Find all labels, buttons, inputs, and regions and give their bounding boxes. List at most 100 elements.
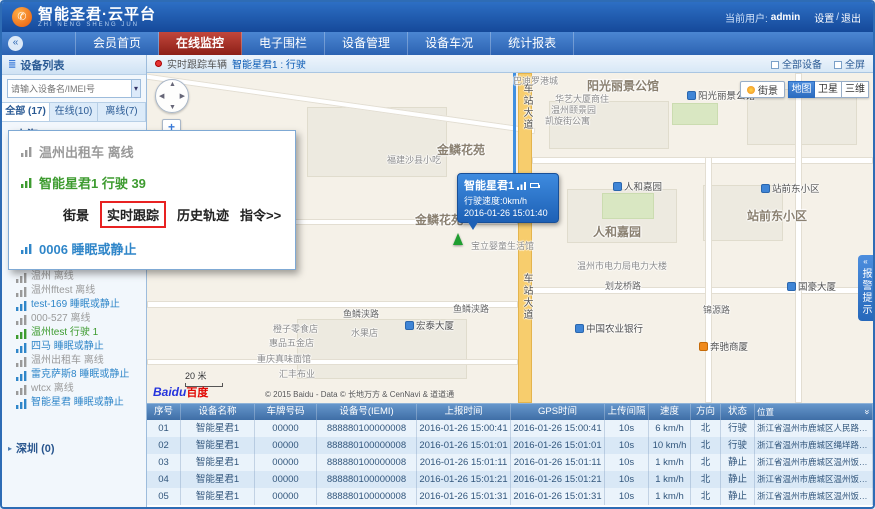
column-header[interactable]: 设备号(IEMI) bbox=[317, 404, 417, 420]
vehicle-info-popup[interactable]: 智能星君1 行驶速度:0km/h 2016-01-26 15:01:40 bbox=[457, 173, 559, 223]
device-list-item[interactable]: wtcx 离线 bbox=[2, 382, 146, 396]
map-label: 金鳞花苑 bbox=[437, 141, 485, 158]
table-row[interactable]: 01智能星君1000008888801000000082016-01-26 15… bbox=[147, 420, 873, 437]
link-separator: / bbox=[836, 12, 839, 23]
map-label: 鱼鳞浃路 bbox=[453, 302, 489, 315]
map-type-卫星[interactable]: 卫星 bbox=[815, 81, 842, 98]
table-cell: 02 bbox=[147, 437, 181, 454]
pan-up-icon[interactable]: ▲ bbox=[169, 81, 176, 88]
map-label: 汇丰布业 bbox=[279, 367, 315, 380]
nav-tab-3[interactable]: 电子围栏 bbox=[242, 32, 325, 55]
vehicle-popup-time: 2016-01-26 15:01:40 bbox=[464, 208, 552, 218]
popup-device-row[interactable]: 温州出租车 离线 bbox=[9, 136, 295, 167]
table-row[interactable]: 02智能星君1000008888801000000082016-01-26 15… bbox=[147, 437, 873, 454]
nav-tabs: 会员首页在线监控电子围栏设备管理设备车况统计报表 bbox=[75, 32, 574, 55]
fullscreen-toggle[interactable]: 全屏 bbox=[834, 56, 865, 71]
device-list-item[interactable]: 温州test 行驶 1 bbox=[2, 326, 146, 340]
device-list-item[interactable]: 温州 离线 bbox=[2, 270, 146, 284]
table-collapse-icon[interactable]: » bbox=[859, 409, 873, 414]
map-label: 站前东小区 bbox=[761, 181, 820, 195]
table-row[interactable]: 03智能星君1000008888801000000082016-01-26 15… bbox=[147, 454, 873, 471]
table-cell: 00000 bbox=[255, 454, 317, 471]
current-user-name: admin bbox=[771, 12, 800, 23]
alarm-tab-label: 报警提示 bbox=[858, 268, 873, 316]
column-header[interactable]: 上传间隔 bbox=[605, 404, 649, 420]
map-label: 鱼鳞浃路 bbox=[343, 307, 379, 320]
nav-tab-5[interactable]: 设备车况 bbox=[408, 32, 491, 55]
pan-down-icon[interactable]: ▼ bbox=[169, 104, 176, 111]
alarm-tab[interactable]: « 报警提示 bbox=[858, 255, 873, 321]
settings-link[interactable]: 设置 bbox=[814, 10, 834, 25]
street-view-button[interactable]: 街景 bbox=[740, 81, 785, 98]
tracking-vehicle-status: 智能星君1 : 行驶 bbox=[232, 56, 306, 71]
column-header[interactable]: 速度 bbox=[649, 404, 691, 420]
popup-device-row[interactable]: 智能星君1 行驶 39 bbox=[9, 167, 295, 198]
map-label: 橙子零食店 bbox=[273, 322, 318, 335]
device-search-input[interactable] bbox=[7, 79, 132, 98]
nav-tab-4[interactable]: 设备管理 bbox=[325, 32, 408, 55]
popup-action-link[interactable]: 街景 bbox=[63, 205, 89, 224]
table-cell: 05 bbox=[147, 488, 181, 505]
table-cell: 浙江省温州市鹿城区温州饭店 红阳坊附近 bbox=[755, 488, 873, 505]
search-dropdown-icon[interactable]: ▾ bbox=[132, 79, 141, 98]
device-list-item[interactable]: 智能星君 睡眠或静止 bbox=[2, 396, 146, 410]
nav-tab-6[interactable]: 统计报表 bbox=[491, 32, 574, 55]
sidebar-title-bar: ≣ 设备列表 bbox=[2, 55, 146, 75]
table-cell: 浙江省温州市鹿城区温州饭店 红阳坊附近 bbox=[755, 471, 873, 488]
table-cell: 智能星君1 bbox=[181, 488, 255, 505]
column-header[interactable]: GPS时间 bbox=[511, 404, 605, 420]
tree-node-shenzhen[interactable]: ▸ 深圳 (0) bbox=[2, 436, 146, 460]
report-table: 序号设备名称车牌号码设备号(IEMI)上报时间GPS时间上传间隔速度方向状态位置… bbox=[147, 403, 873, 507]
device-filter-1[interactable]: 全部 (17) bbox=[2, 103, 50, 121]
signal-icon bbox=[21, 177, 32, 188]
table-cell: 1 km/h bbox=[649, 488, 691, 505]
device-list-item[interactable]: 温州出租车 离线 bbox=[2, 354, 146, 368]
table-cell: 浙江省温州市鹿城区绳垟路联通平价超市附近 bbox=[755, 437, 873, 454]
table-row[interactable]: 05智能星君1000008888801000000082016-01-26 15… bbox=[147, 488, 873, 505]
table-cell: 2016-01-26 15:01:21 bbox=[511, 471, 605, 488]
logout-link[interactable]: 退出 bbox=[841, 10, 861, 25]
all-devices-toggle[interactable]: 全部设备 bbox=[771, 56, 822, 71]
column-header[interactable]: 方向 bbox=[691, 404, 721, 420]
column-header[interactable]: 序号 bbox=[147, 404, 181, 420]
column-header[interactable]: 设备名称 bbox=[181, 404, 255, 420]
nav-tab-2[interactable]: 在线监控 bbox=[159, 32, 242, 55]
table-row[interactable]: 04智能星君1000008888801000000082016-01-26 15… bbox=[147, 471, 873, 488]
table-cell: 北 bbox=[691, 420, 721, 437]
device-list-item[interactable]: 温州fftest 离线 bbox=[2, 284, 146, 298]
poi-icon bbox=[613, 182, 622, 191]
device-list-item[interactable]: 四马 睡眠或静止 bbox=[2, 340, 146, 354]
table-cell: 888880100000008 bbox=[317, 420, 417, 437]
nav-collapse-icon[interactable]: « bbox=[8, 36, 23, 51]
popup-device-row[interactable]: 0006 睡眠或静止 bbox=[9, 233, 295, 264]
pan-right-icon[interactable]: ▶ bbox=[180, 92, 185, 100]
battery-icon bbox=[530, 183, 539, 188]
device-list-item[interactable]: 雷克萨斯8 睡眠或静止 bbox=[2, 368, 146, 382]
street-view-icon bbox=[747, 86, 755, 94]
map-toolbar: 实时跟踪车辆 智能星君1 : 行驶 全部设备 全屏 bbox=[147, 55, 873, 73]
column-header[interactable]: 车牌号码 bbox=[255, 404, 317, 420]
column-header[interactable]: 位置 bbox=[755, 404, 873, 420]
column-header[interactable]: 状态 bbox=[721, 404, 755, 420]
nav-tab-1[interactable]: 会员首页 bbox=[75, 32, 159, 55]
device-list-item[interactable]: test-169 睡眠或静止 bbox=[2, 298, 146, 312]
map-pan-control[interactable]: ▲ ▼ ◀ ▶ bbox=[155, 79, 189, 113]
poi-icon bbox=[405, 321, 414, 330]
signal-icon bbox=[16, 342, 27, 353]
vehicle-marker[interactable] bbox=[453, 233, 463, 245]
baidu-logo: Baidu百度 bbox=[153, 384, 208, 400]
device-filter-3[interactable]: 离线(7) bbox=[98, 103, 146, 121]
map-type-地图[interactable]: 地图 bbox=[788, 81, 815, 98]
popup-action-realtime-track[interactable]: 实时跟踪 bbox=[100, 201, 166, 228]
table-cell: 2016-01-26 15:01:31 bbox=[511, 488, 605, 505]
popup-action-link[interactable]: 历史轨迹 bbox=[177, 205, 229, 224]
popup-action-link[interactable]: 指令>> bbox=[240, 205, 281, 224]
signal-icon bbox=[16, 370, 27, 381]
device-list-item[interactable]: 000-527 离线 bbox=[2, 312, 146, 326]
table-cell: 01 bbox=[147, 420, 181, 437]
map-type-三维[interactable]: 三维 bbox=[842, 81, 869, 98]
column-header[interactable]: 上报时间 bbox=[417, 404, 511, 420]
app-window: ✆ 智能圣君·云平台 ZHI NENG SHENG JUN 当前用户: admi… bbox=[0, 0, 875, 509]
pan-left-icon[interactable]: ◀ bbox=[159, 92, 164, 100]
device-filter-2[interactable]: 在线(10) bbox=[50, 103, 98, 121]
